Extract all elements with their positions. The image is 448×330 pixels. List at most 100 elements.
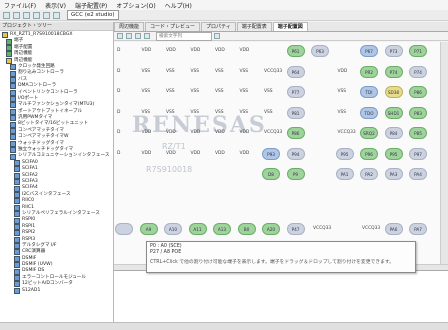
search-input[interactable]: 検索文字列 [156,31,212,41]
power-pin-label[interactable]: VCCQ33 [264,130,282,135]
pin[interactable]: P83 [409,106,427,119]
power-pin-label[interactable]: VSS [166,69,175,74]
pin[interactable]: P94 [286,147,305,160]
pin[interactable]: PA4 [409,168,427,180]
pin[interactable]: P97 [409,147,427,160]
search-icon[interactable] [214,33,220,39]
power-pin-label[interactable]: VDD [142,48,152,53]
power-pin-label[interactable]: VDD [191,130,201,135]
tab[interactable]: コード・プレビュー [145,22,201,31]
pin[interactable]: P96 [360,147,378,160]
power-pin-label[interactable]: VSS [264,89,273,94]
pin[interactable]: P74 [409,65,427,78]
power-pin-label[interactable]: VDD [240,151,250,156]
menu-item[interactable]: オプション(O) [116,1,155,10]
power-pin-label[interactable]: D [117,69,120,74]
power-pin-label[interactable]: VDD [215,48,225,53]
power-pin-label[interactable]: VSS [240,110,249,115]
menu-item[interactable]: ヘルプ(H) [165,1,192,10]
power-pin-label[interactable]: VSS [142,110,151,115]
tree-item[interactable]: シリアルペリフェラルインタフェース [0,211,113,218]
tree-item[interactable]: S12AD1 [0,288,113,294]
zoom-out-icon[interactable] [126,33,132,39]
vertical-scrollbar[interactable] [440,42,448,264]
pin[interactable]: TDI [360,86,378,98]
pin[interactable]: SD38 [384,86,403,98]
pin[interactable]: P67 [360,45,378,57]
pin[interactable]: A20 [262,223,280,235]
pin[interactable]: PR2 [360,65,378,78]
power-pin-label[interactable]: D [117,110,120,115]
pin[interactable]: P63 [311,45,329,57]
tab[interactable]: プロパティ [201,22,236,31]
power-pin-label[interactable]: D [117,89,120,94]
pin[interactable]: P74 [384,65,403,78]
tab[interactable]: 端子配置表 [236,22,272,31]
settings-icon[interactable] [53,11,60,19]
power-pin-label[interactable]: VDD [142,151,152,156]
pin[interactable]: P73 [384,45,403,57]
power-pin-label[interactable]: VDD [191,151,201,156]
power-pin-label[interactable]: VDD [215,151,225,156]
power-pin-label[interactable]: VSS [338,110,347,115]
power-pin-label[interactable]: VSS [166,89,175,94]
pin[interactable]: P61 [286,45,305,57]
power-pin-label[interactable]: VSS [264,110,273,115]
pin-diagram-canvas[interactable]: RENESAS RZ/T1 R7S910018 D VDD VDD VDD VDD VDD… [114,42,440,264]
generate-code-icon[interactable] [33,11,40,19]
pin[interactable]: P93 [262,147,280,160]
open-icon[interactable] [13,11,20,19]
power-pin-label[interactable]: VDD [240,48,250,53]
power-pin-label[interactable]: VSS [215,89,224,94]
power-pin-label[interactable]: VSS [191,89,200,94]
menu-item[interactable]: 表示(V) [45,1,66,10]
pin[interactable]: B0 [237,223,256,235]
power-pin-label[interactable]: VSS [191,110,200,115]
power-pin-label[interactable]: D [117,130,120,135]
power-pin-label[interactable]: VCCQ33 [313,226,331,231]
power-pin-label[interactable]: VSS [240,89,249,94]
power-pin-label[interactable]: VCCQ33 [362,226,380,231]
pin[interactable]: PA7 [409,223,427,235]
pin[interactable]: P86 [409,86,427,98]
pin[interactable]: P86 [286,127,305,139]
power-pin-label[interactable]: VSS [240,69,249,74]
pin[interactable]: P77 [286,86,305,98]
pin[interactable]: SRQ2 [360,127,378,139]
power-pin-label[interactable]: VCCQ33 [264,69,282,74]
zoom-in-icon[interactable] [117,33,123,39]
pin[interactable]: P71 [409,45,427,57]
pin[interactable]: P85 [409,127,427,139]
power-pin-label[interactable]: VSS [191,69,200,74]
power-pin-label[interactable]: VSS [215,110,224,115]
menu-item[interactable]: ファイル(F) [4,1,36,10]
pin[interactable]: PA1 [335,168,354,180]
pin[interactable]: P64 [286,65,305,78]
tab[interactable]: 端子配置図 [272,22,308,31]
pin[interactable]: P9 [286,168,305,180]
pin[interactable]: A13 [213,223,231,235]
report-icon[interactable] [43,11,50,19]
fit-icon[interactable] [135,33,141,39]
pin[interactable] [115,223,133,235]
pin[interactable]: PA3 [384,168,403,180]
pin[interactable]: SHD1 [384,106,403,119]
power-pin-label[interactable]: D [117,48,120,53]
power-pin-label[interactable]: VDD [166,151,176,156]
power-pin-label[interactable]: VSS [215,69,224,74]
pin[interactable]: PA6 [384,223,403,235]
power-pin-label[interactable]: VSS [142,69,151,74]
power-pin-label[interactable]: VDD [240,130,250,135]
power-pin-label[interactable]: VSS [338,89,347,94]
pin[interactable]: TDO [360,106,378,119]
save-icon[interactable] [23,11,30,19]
pin[interactable]: P81 [286,106,305,119]
pin[interactable]: A10 [164,223,182,235]
pin[interactable]: D8 [262,168,280,180]
power-pin-label[interactable]: VDD [215,130,225,135]
new-icon[interactable] [3,11,10,19]
power-pin-label[interactable]: VDD [142,130,152,135]
power-pin-label[interactable]: VDD [191,48,201,53]
power-pin-label[interactable]: VCCQ33 [338,130,356,135]
pin[interactable]: A11 [188,223,207,235]
